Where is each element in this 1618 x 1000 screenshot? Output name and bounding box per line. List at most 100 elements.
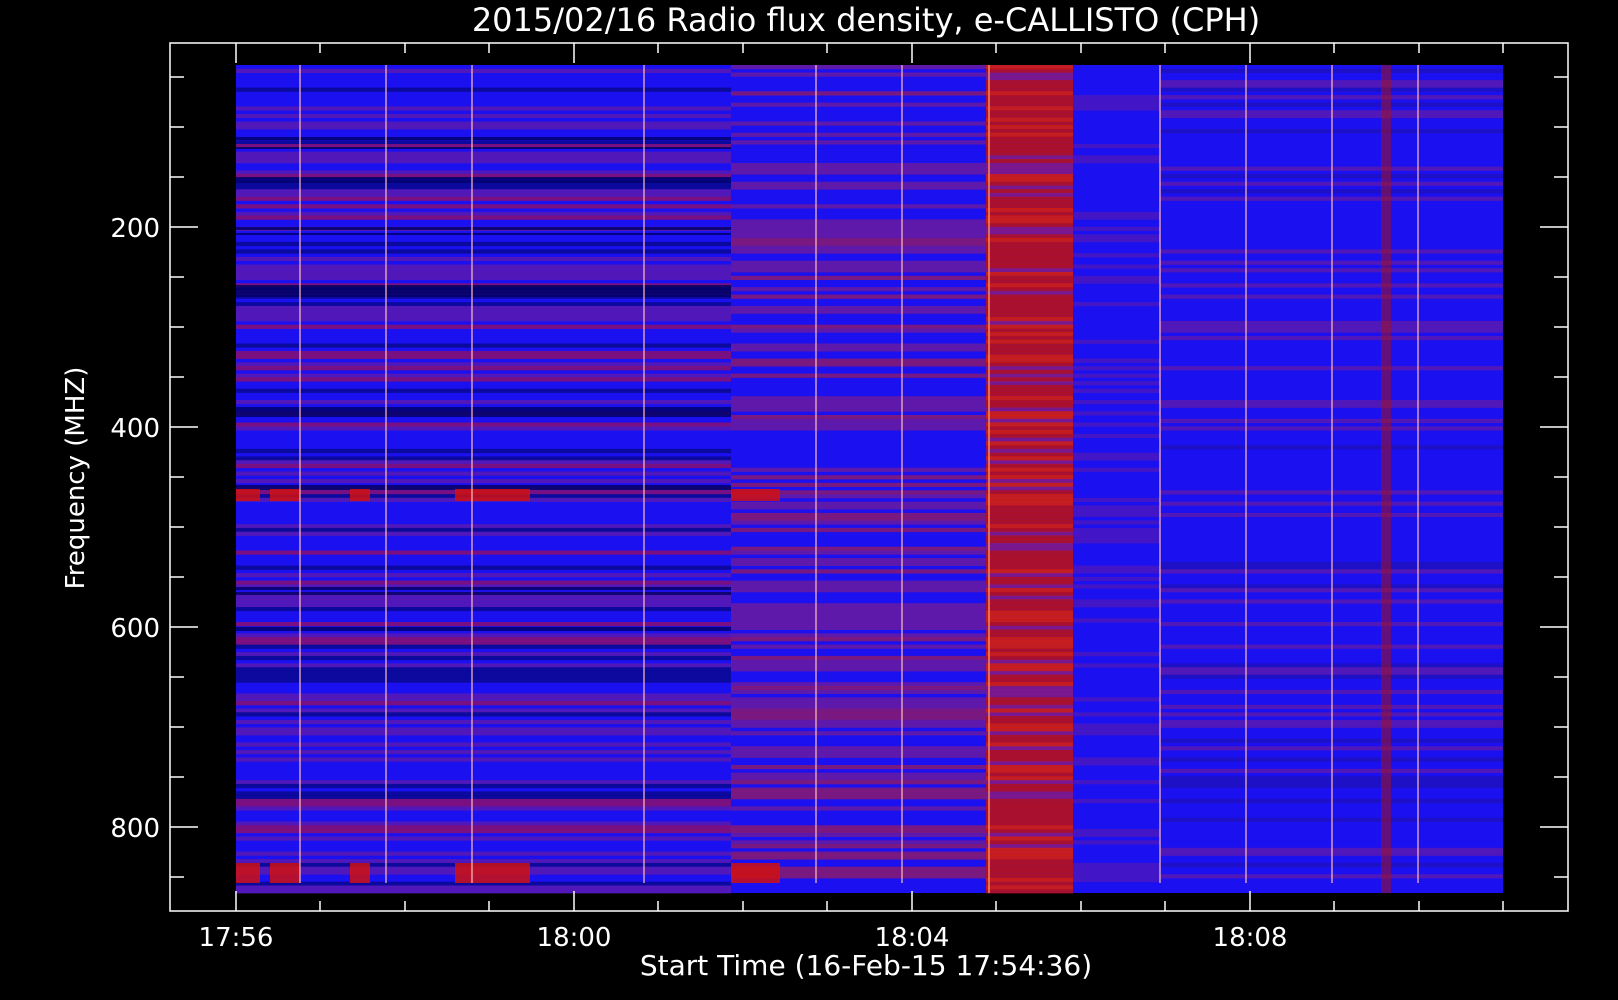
heatmap-band xyxy=(986,490,1073,495)
heatmap-band xyxy=(731,309,986,314)
heatmap-band xyxy=(236,587,731,590)
heatmap-band xyxy=(731,863,780,883)
heatmap-band xyxy=(986,881,1073,886)
heatmap-band xyxy=(236,885,731,890)
heatmap-band xyxy=(731,618,986,623)
heatmap-band xyxy=(236,351,731,356)
heatmap-band xyxy=(986,87,1073,92)
heatmap-band xyxy=(986,336,1073,341)
heatmap-band xyxy=(986,753,1073,758)
heatmap-band xyxy=(731,682,986,687)
heatmap-band xyxy=(236,113,731,119)
heatmap-band xyxy=(986,505,1073,510)
heatmap-band xyxy=(986,392,1073,397)
heatmap-band xyxy=(731,719,986,725)
heatmap-band xyxy=(1073,358,1160,363)
heatmap-band xyxy=(986,170,1073,175)
heatmap-band xyxy=(986,738,1073,743)
heatmap-band xyxy=(986,847,1073,852)
heatmap-band xyxy=(731,584,986,589)
heatmap-band xyxy=(986,287,1073,292)
spectrogram-heatmap xyxy=(236,65,1503,894)
heatmap-band xyxy=(1073,279,1160,284)
heatmap-band xyxy=(986,607,1073,612)
heatmap-band xyxy=(986,637,1073,642)
heatmap-band xyxy=(986,98,1073,104)
heatmap-band xyxy=(236,731,731,736)
heatmap-band xyxy=(986,407,1073,412)
heatmap-band xyxy=(986,584,1073,589)
heatmap-band xyxy=(986,403,1073,408)
heatmap-band xyxy=(1073,264,1160,269)
heatmap-band xyxy=(731,550,986,555)
heatmap-band xyxy=(236,140,731,145)
heatmap-band xyxy=(986,832,1073,837)
heatmap-band xyxy=(986,245,1073,250)
heatmap-band xyxy=(986,298,1073,303)
heatmap-band xyxy=(986,125,1073,130)
heatmap-band xyxy=(731,264,986,269)
heatmap-band xyxy=(1073,400,1160,405)
heatmap-band xyxy=(986,501,1073,506)
heatmap-band xyxy=(986,855,1073,860)
heatmap-band xyxy=(1073,652,1160,657)
heatmap-band xyxy=(1073,829,1160,834)
heatmap-band xyxy=(986,840,1073,845)
heatmap-band xyxy=(731,746,986,751)
heatmap-band xyxy=(986,140,1073,145)
heatmap-band xyxy=(986,272,1073,277)
heatmap-band xyxy=(986,614,1073,619)
heatmap-band xyxy=(270,489,300,501)
heatmap-band xyxy=(731,558,986,563)
heatmap-band xyxy=(1073,497,1160,502)
heatmap-band xyxy=(986,159,1073,164)
heatmap-band xyxy=(731,731,986,736)
heatmap-band xyxy=(986,219,1073,224)
heatmap-band xyxy=(236,550,731,555)
heatmap-band xyxy=(986,185,1073,190)
heatmap-band xyxy=(986,445,1073,450)
heatmap-band xyxy=(986,772,1073,777)
heatmap-band xyxy=(986,234,1073,239)
heatmap-band xyxy=(986,663,1073,668)
heatmap-band xyxy=(731,855,986,860)
heatmap-band xyxy=(236,106,731,111)
heatmap-band xyxy=(986,83,1073,88)
heatmap-band xyxy=(986,859,1073,864)
heatmap-band xyxy=(236,603,731,608)
y-axis-label: Frequency (MHZ) xyxy=(61,367,91,590)
heatmap-band xyxy=(986,558,1073,563)
heatmap-band xyxy=(986,667,1073,672)
heatmap-band xyxy=(986,339,1073,344)
heatmap-band xyxy=(731,697,986,702)
heatmap-band xyxy=(731,667,986,672)
heatmap-band xyxy=(236,272,731,277)
x-tick-label: 18:00 xyxy=(537,923,612,953)
heatmap-band xyxy=(731,170,986,175)
heatmap-band xyxy=(986,463,1073,469)
heatmap-band xyxy=(1073,618,1160,623)
heatmap-band xyxy=(986,388,1073,393)
heatmap-band xyxy=(986,723,1073,728)
heatmap-band xyxy=(731,223,986,228)
heatmap-band xyxy=(1073,234,1160,239)
spectrogram-chart: 2015/02/16 Radio flux density, e-CALLIST… xyxy=(0,0,1618,1000)
heatmap-band xyxy=(986,208,1073,213)
heatmap-band xyxy=(986,791,1073,796)
heatmap-band xyxy=(986,162,1073,168)
heatmap-band xyxy=(236,565,731,570)
heatmap-band xyxy=(731,776,986,781)
heatmap-band xyxy=(986,362,1073,367)
heatmap-band xyxy=(986,174,1073,179)
heatmap-band xyxy=(236,373,731,378)
heatmap-band xyxy=(236,185,731,190)
heatmap-band xyxy=(986,317,1073,322)
heatmap-band xyxy=(731,396,986,401)
heatmap-band xyxy=(986,132,1073,137)
heatmap-band xyxy=(1073,211,1160,216)
heatmap-band xyxy=(986,253,1073,258)
heatmap-band xyxy=(236,670,731,676)
heatmap-band xyxy=(986,452,1073,457)
heatmap-band xyxy=(1073,411,1160,416)
heatmap-band xyxy=(236,829,731,834)
